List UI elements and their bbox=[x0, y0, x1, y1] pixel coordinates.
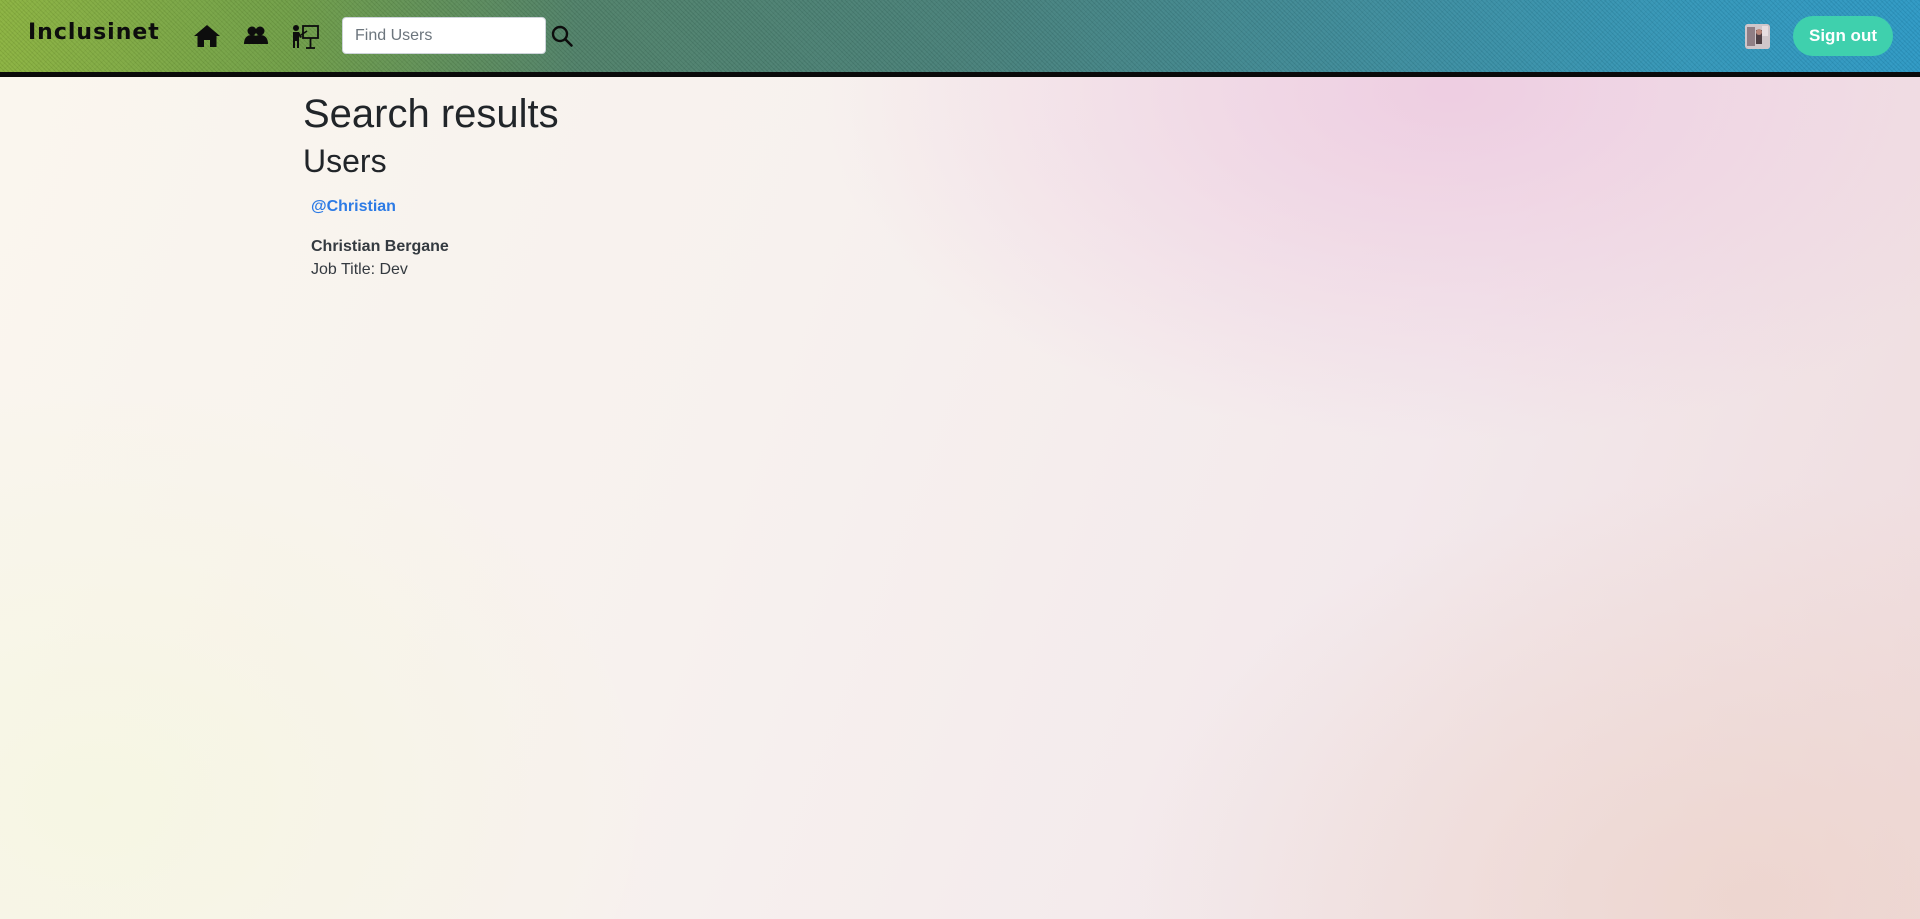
user-handle-link[interactable]: @Christian bbox=[311, 198, 396, 216]
home-icon[interactable] bbox=[193, 22, 221, 50]
page-title: Search results bbox=[303, 92, 559, 136]
avatar[interactable] bbox=[1745, 24, 1770, 49]
groups-icon[interactable] bbox=[242, 22, 270, 50]
user-job-title: Job Title: Dev bbox=[311, 261, 408, 279]
main-content: Search results Users @Christian Christia… bbox=[303, 90, 1603, 279]
mentor-icon[interactable] bbox=[290, 22, 319, 50]
search-input[interactable] bbox=[342, 17, 546, 54]
brand-logo[interactable]: Inclusinet bbox=[28, 20, 160, 45]
user-full-name: Christian Bergane bbox=[311, 238, 449, 256]
top-navbar: Inclusinet Find Users Sign out bbox=[0, 0, 1920, 77]
user-result-card: @Christian Christian Bergane Job Title: … bbox=[311, 198, 1603, 279]
users-section-title: Users bbox=[303, 143, 387, 179]
search-icon[interactable] bbox=[550, 24, 574, 48]
sign-out-button[interactable]: Sign out bbox=[1793, 16, 1893, 56]
